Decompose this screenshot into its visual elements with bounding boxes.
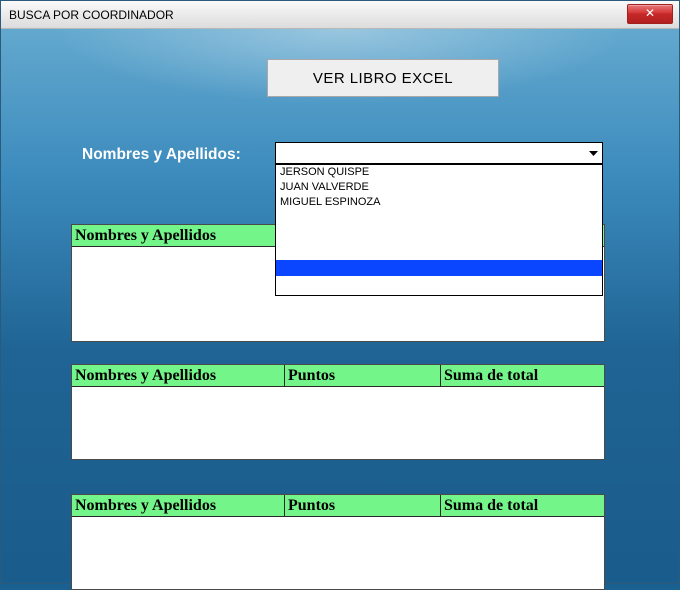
dropdown-option[interactable]: JUAN VALVERDE bbox=[276, 180, 602, 195]
chevron-down-icon[interactable] bbox=[588, 148, 599, 159]
ver-libro-excel-button[interactable]: VER LIBRO EXCEL bbox=[267, 59, 499, 97]
client-area: VER LIBRO EXCEL Nombres y Apellidos: JER… bbox=[1, 29, 679, 583]
title-bar: BUSCA POR COORDINADOR ✕ bbox=[1, 1, 679, 29]
table-header-row: Nombres y Apellidos Puntos Suma de total bbox=[72, 365, 604, 387]
table-header-row: Nombres y Apellidos Puntos Suma de total bbox=[72, 495, 604, 517]
app-window: BUSCA POR COORDINADOR ✕ VER LIBRO EXCEL … bbox=[0, 0, 680, 584]
dropdown-option[interactable]: MIGUEL ESPINOZA bbox=[276, 195, 602, 210]
results-table-3: Nombres y Apellidos Puntos Suma de total bbox=[71, 494, 605, 590]
dropdown-highlight[interactable] bbox=[276, 260, 602, 276]
coordinador-combobox[interactable] bbox=[275, 142, 603, 164]
column-header: Puntos bbox=[285, 365, 441, 387]
close-icon: ✕ bbox=[645, 6, 655, 20]
dropdown-spacer bbox=[276, 210, 602, 260]
coordinador-dropdown-list[interactable]: JERSON QUISPE JUAN VALVERDE MIGUEL ESPIN… bbox=[275, 164, 603, 296]
results-table-2: Nombres y Apellidos Puntos Suma de total bbox=[71, 364, 605, 460]
coordinador-input[interactable] bbox=[276, 143, 588, 163]
column-header: Puntos bbox=[285, 495, 441, 517]
column-header: Nombres y Apellidos bbox=[72, 495, 285, 517]
nombres-label: Nombres y Apellidos: bbox=[82, 146, 241, 164]
close-button[interactable]: ✕ bbox=[627, 4, 673, 24]
column-header: Nombres y Apellidos bbox=[72, 365, 285, 387]
dropdown-option[interactable]: JERSON QUISPE bbox=[276, 165, 602, 180]
window-title: BUSCA POR COORDINADOR bbox=[9, 8, 174, 22]
column-header: Suma de total bbox=[441, 365, 604, 387]
column-header: Suma de total bbox=[441, 495, 604, 517]
